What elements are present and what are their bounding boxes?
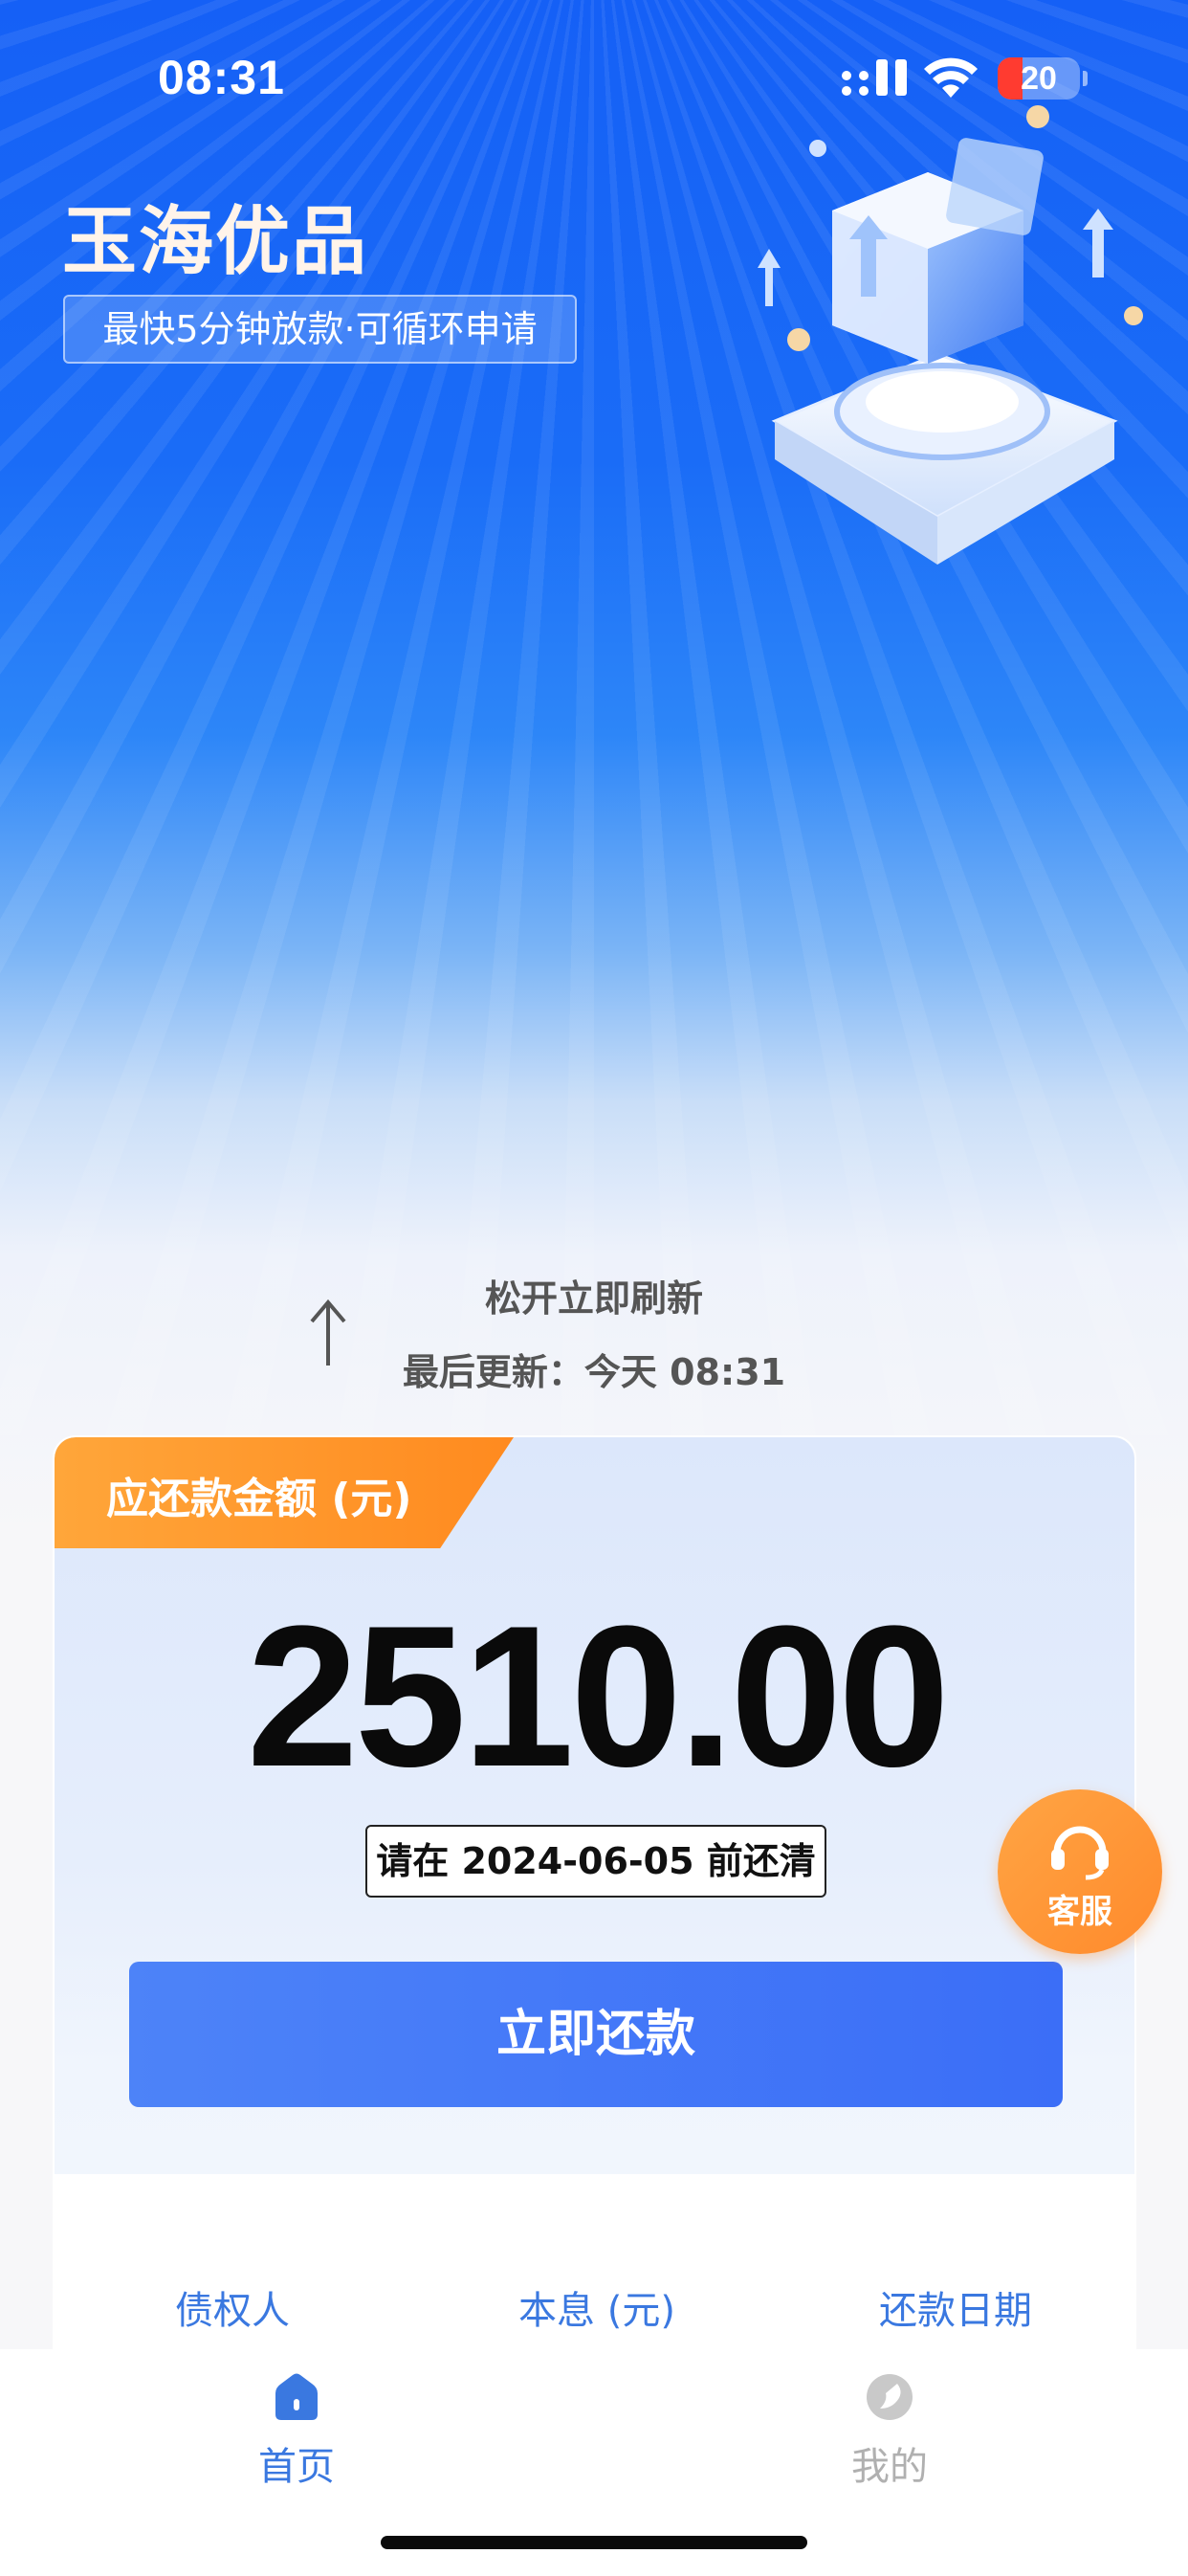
- repayment-card: 应还款金额 (元) 2510.00 请在 2024-06-05 前还清 立即还款…: [53, 1435, 1136, 2488]
- cellular-signal-icon: [842, 59, 907, 96]
- refresh-hint: 松开立即刷新: [484, 1277, 703, 1320]
- battery-indicator: 20: [998, 57, 1080, 100]
- last-update-time: 最后更新：今天 08:31: [402, 1351, 786, 1393]
- battery-tip: [1083, 71, 1088, 86]
- cube-illustration: [758, 105, 1143, 565]
- customer-service-label: 客服: [1047, 1893, 1112, 1931]
- due-date-note: 请在 2024-06-05 前还清: [365, 1825, 826, 1898]
- tab-profile[interactable]: 我的: [746, 2349, 1033, 2521]
- home-icon: [275, 2373, 318, 2420]
- tab-profile-label: 我的: [851, 2445, 928, 2489]
- column-principal-interest: 本息 (元): [518, 2289, 675, 2333]
- headset-icon: [1051, 1826, 1109, 1880]
- amount-label-badge: 应还款金额 (元): [55, 1437, 514, 1548]
- repay-now-button[interactable]: 立即还款: [129, 1962, 1063, 2107]
- amount-label: 应还款金额 (元): [106, 1475, 412, 1523]
- repayment-amount: 2510.00: [246, 1584, 950, 1809]
- tab-home[interactable]: 首页: [153, 2349, 440, 2521]
- tab-home-label: 首页: [258, 2445, 335, 2489]
- brand-tagline: 最快5分钟放款·可循环申请: [63, 295, 577, 364]
- wifi-icon: [924, 57, 978, 98]
- status-time: 08:31: [158, 51, 285, 104]
- battery-level: 20: [1021, 60, 1057, 97]
- column-creditor: 债权人: [175, 2289, 290, 2333]
- customer-service-button[interactable]: 客服: [998, 1789, 1162, 1954]
- column-repayment-date: 还款日期: [879, 2289, 1032, 2333]
- home-indicator: [381, 2536, 807, 2549]
- profile-icon: [867, 2374, 913, 2420]
- brand-title: 玉海优品: [62, 199, 369, 285]
